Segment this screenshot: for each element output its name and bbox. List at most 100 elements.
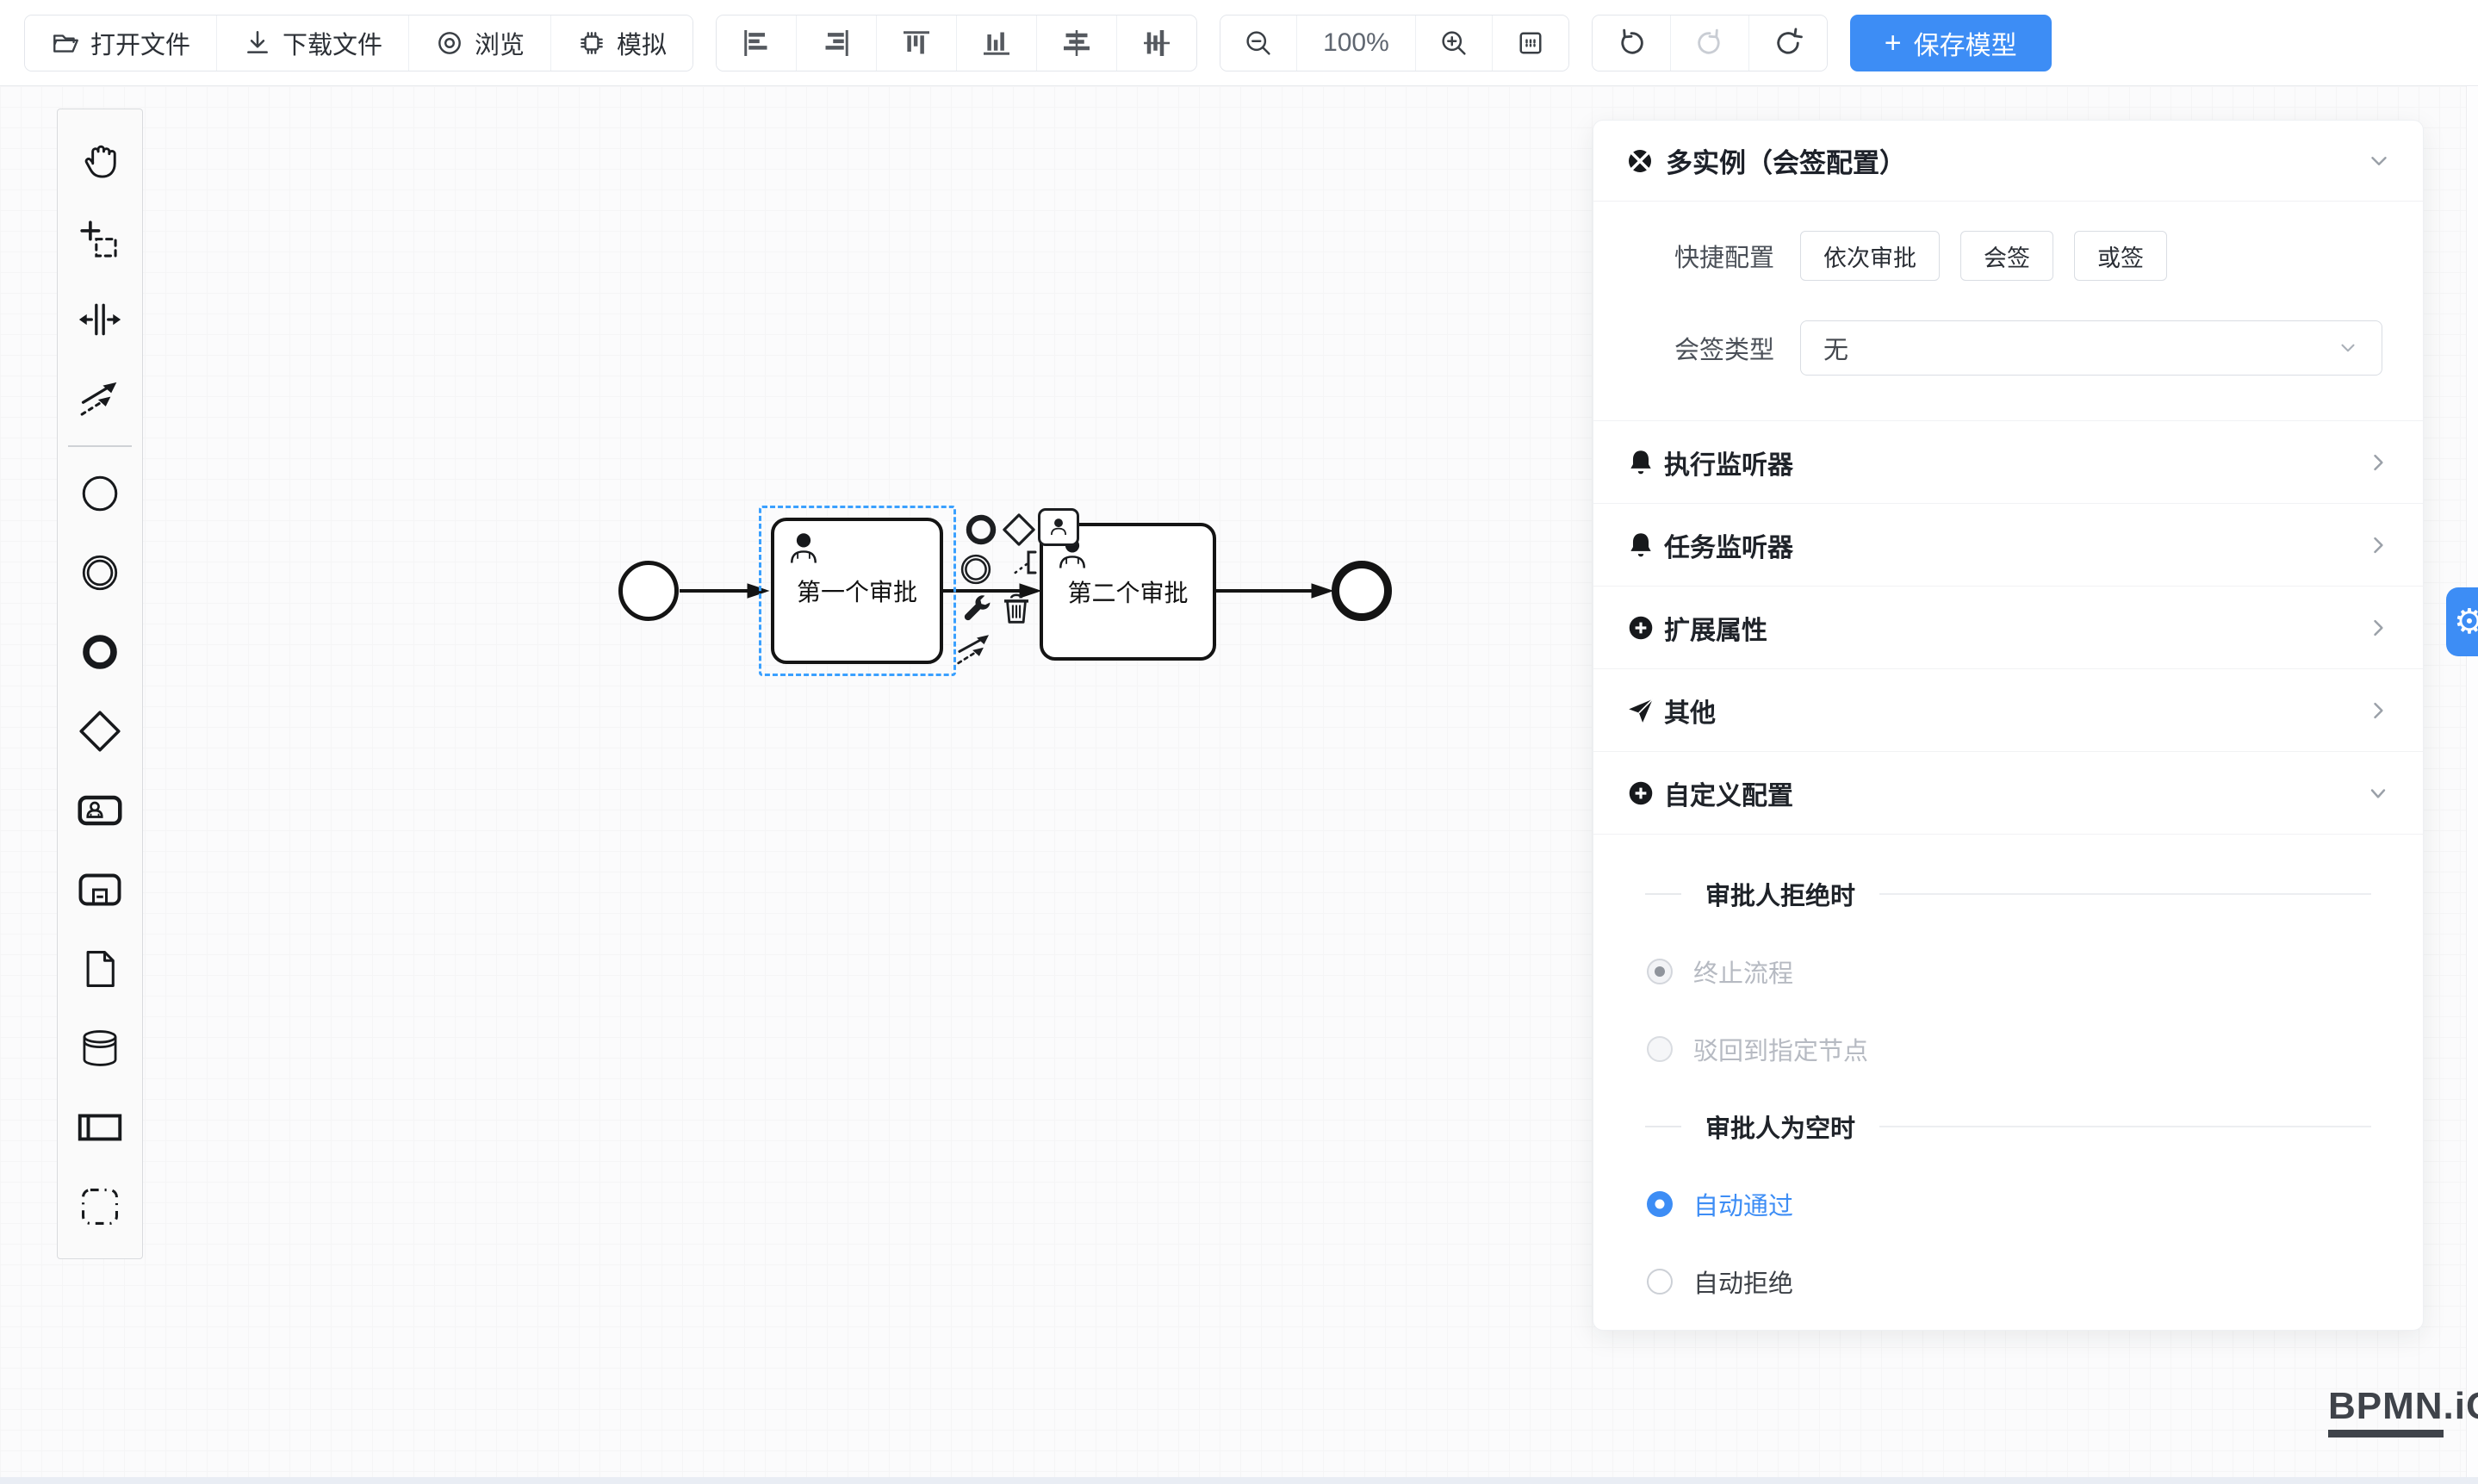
file-button-group: 打开文件 下载文件 浏览 模拟 [24, 15, 693, 71]
settings-side-tab[interactable]: ⚙ [2446, 587, 2478, 656]
start-event-shape[interactable] [618, 561, 679, 621]
restart-icon [1772, 27, 1804, 59]
section-task-listener[interactable]: 任务监听器 [1593, 503, 2423, 586]
radio-terminate-process[interactable]: 终止流程 [1593, 953, 2423, 990]
end-event-shape[interactable] [1332, 561, 1392, 621]
fit-viewport-icon [1515, 28, 1546, 59]
bpmn-io-logo[interactable]: BPMN.iO [2328, 1385, 2478, 1437]
section-other[interactable]: 其他 [1593, 668, 2423, 751]
redo-icon [1693, 27, 1726, 59]
section-execution-listener[interactable]: 执行监听器 [1593, 420, 2423, 503]
chevron-down-icon[interactable] [2366, 148, 2392, 174]
chevron-right-icon [2366, 533, 2390, 557]
append-intermediate-event-icon [957, 550, 995, 588]
chevron-right-icon [2366, 616, 2390, 640]
radio-return-to-node[interactable]: 驳回到指定节点 [1593, 1031, 2423, 1067]
create-data-object[interactable] [58, 929, 142, 1009]
quick-sequential-button[interactable]: 依次审批 [1800, 231, 1940, 281]
horizontal-scrollbar-track[interactable] [0, 1477, 2478, 1484]
align-center-vertical-button[interactable] [1117, 16, 1196, 71]
undo-icon [1615, 27, 1648, 59]
toolbar: 打开文件 下载文件 浏览 模拟 [0, 0, 2478, 86]
panel-header-multi-instance[interactable]: 多实例（会签配置） [1593, 121, 2423, 202]
save-model-button[interactable]: + 保存模型 [1850, 15, 2052, 71]
countersign-type-select[interactable]: 无 [1800, 320, 2382, 376]
start-event-icon [78, 472, 121, 515]
create-intermediate-event[interactable] [58, 533, 142, 612]
user-icon [785, 530, 823, 568]
radio-icon[interactable] [1647, 1036, 1673, 1062]
task-label: 第二个审批 [1043, 574, 1213, 609]
radio-label: 驳回到指定节点 [1693, 1031, 1868, 1067]
select-value: 无 [1823, 330, 2337, 366]
change-type-wrench[interactable] [959, 593, 997, 630]
radio-auto-reject[interactable]: 自动拒绝 [1593, 1264, 2423, 1300]
divider-line [1645, 1126, 1681, 1127]
create-start-event[interactable] [58, 454, 142, 533]
reject-heading-label: 审批人拒绝时 [1705, 876, 1855, 912]
lasso-tool[interactable] [58, 201, 142, 280]
create-subprocess[interactable] [58, 850, 142, 929]
align-top-icon [899, 26, 934, 60]
append-end-event-icon [963, 512, 999, 548]
delete-trash[interactable] [997, 589, 1035, 627]
data-store-icon [78, 1027, 121, 1070]
create-data-store[interactable] [58, 1009, 142, 1088]
align-top-button[interactable] [877, 16, 957, 71]
simulate-button[interactable]: 模拟 [551, 16, 692, 71]
properties-panel: 多实例（会签配置） 快捷配置 依次审批 会签 或签 会签类型 无 执行监听器 [1593, 120, 2424, 1331]
quick-countersign-button[interactable]: 会签 [1960, 231, 2053, 281]
zoom-in-button[interactable] [1416, 16, 1493, 71]
radio-auto-pass[interactable]: 自动通过 [1593, 1186, 2423, 1222]
trash-icon [998, 590, 1034, 626]
section-label: 执行监听器 [1664, 444, 2366, 481]
radio-icon[interactable] [1647, 1191, 1673, 1217]
download-file-button[interactable]: 下载文件 [217, 16, 409, 71]
append-user-task[interactable] [1038, 508, 1079, 546]
open-file-button[interactable]: 打开文件 [25, 16, 217, 71]
multi-instance-icon [1624, 146, 1655, 177]
download-file-label: 下载文件 [283, 25, 382, 61]
create-user-task[interactable] [58, 771, 142, 850]
append-intermediate-event[interactable] [957, 550, 995, 588]
preview-label: 浏览 [475, 25, 525, 61]
section-extended-properties[interactable]: 扩展属性 [1593, 586, 2423, 668]
space-tool[interactable] [58, 280, 142, 359]
intermediate-event-icon [78, 551, 121, 594]
align-bottom-button[interactable] [957, 16, 1037, 71]
create-group[interactable] [58, 1167, 142, 1246]
connect-tool-pad[interactable] [955, 630, 993, 668]
divider-line [1879, 893, 2371, 895]
radio-icon[interactable] [1647, 959, 1673, 984]
task-first-approval[interactable]: 第一个审批 [771, 518, 943, 664]
group-icon [78, 1185, 121, 1228]
restart-button[interactable] [1749, 16, 1827, 71]
redo-button[interactable] [1671, 16, 1749, 71]
radio-icon[interactable] [1647, 1269, 1673, 1295]
append-end-event[interactable] [962, 511, 1000, 549]
create-participant[interactable] [58, 1088, 142, 1167]
create-gateway[interactable] [58, 692, 142, 771]
quick-orsign-button[interactable]: 或签 [2074, 231, 2167, 281]
empty-approver-heading: 审批人为空时 [1593, 1108, 2423, 1145]
open-file-label: 打开文件 [90, 25, 190, 61]
align-left-button[interactable] [717, 16, 797, 71]
vertical-scrollbar-track[interactable] [2466, 86, 2478, 1477]
bell-icon [1626, 531, 1655, 560]
global-connect-tool[interactable] [58, 359, 142, 438]
append-text-annotation[interactable] [1006, 545, 1044, 583]
radio-label: 自动拒绝 [1693, 1264, 1793, 1300]
align-right-button[interactable] [797, 16, 877, 71]
preview-button[interactable]: 浏览 [409, 16, 551, 71]
zoom-out-button[interactable] [1220, 16, 1297, 71]
align-right-icon [819, 26, 854, 60]
chevron-down-icon [2337, 337, 2359, 359]
align-center-horizontal-button[interactable] [1037, 16, 1117, 71]
hand-tool[interactable] [58, 121, 142, 201]
create-end-event[interactable] [58, 612, 142, 692]
zoom-in-icon [1438, 28, 1469, 59]
wrench-icon [960, 594, 995, 629]
undo-button[interactable] [1593, 16, 1671, 71]
fit-viewport-button[interactable] [1493, 16, 1568, 71]
section-custom-config[interactable]: 自定义配置 [1593, 751, 2423, 834]
